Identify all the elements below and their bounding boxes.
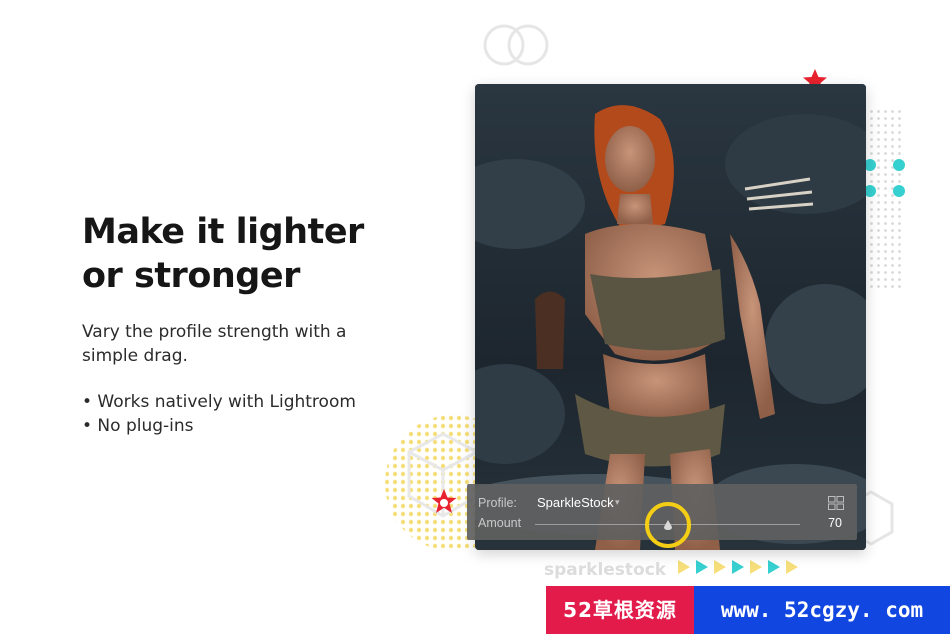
feature-item: • Works natively with Lightroom: [82, 392, 356, 412]
photo-illustration: [475, 84, 866, 550]
feature-item: • No plug-ins: [82, 416, 194, 436]
headline: Make it lighter or stronger: [82, 210, 402, 298]
watermark-left: 52草根资源: [546, 586, 694, 634]
watermark-right: www. 52cgzy. com: [694, 586, 950, 634]
grid-view-icon[interactable]: [828, 496, 844, 510]
chevron-down-icon[interactable]: ▾: [615, 497, 620, 508]
profile-panel: Profile: SparkleStock ▾ Amount 70: [467, 484, 857, 548]
amount-value: 70: [828, 516, 842, 530]
star-icon: [431, 489, 457, 513]
feature-list: • Works natively with Lightroom • No plu…: [82, 390, 412, 438]
description-line-2: simple drag.: [82, 346, 188, 366]
amount-label: Amount: [478, 516, 522, 530]
headline-line-2: or stronger: [82, 256, 300, 296]
headline-line-1: Make it lighter: [82, 212, 364, 252]
preview-photo: [475, 84, 866, 550]
triangle-row-decoration: [678, 560, 798, 574]
description-line-1: Vary the profile strength with a: [82, 322, 347, 342]
slider-highlight-ring: [644, 502, 691, 548]
description: Vary the profile strength with a simple …: [82, 320, 412, 368]
teal-dots-decoration: [864, 159, 905, 197]
profile-label: Profile:: [478, 496, 517, 510]
brand-wordmark: sparklestock: [544, 560, 667, 580]
overlapping-circles-decoration: [483, 24, 549, 66]
profile-select[interactable]: SparkleStock: [537, 495, 614, 510]
